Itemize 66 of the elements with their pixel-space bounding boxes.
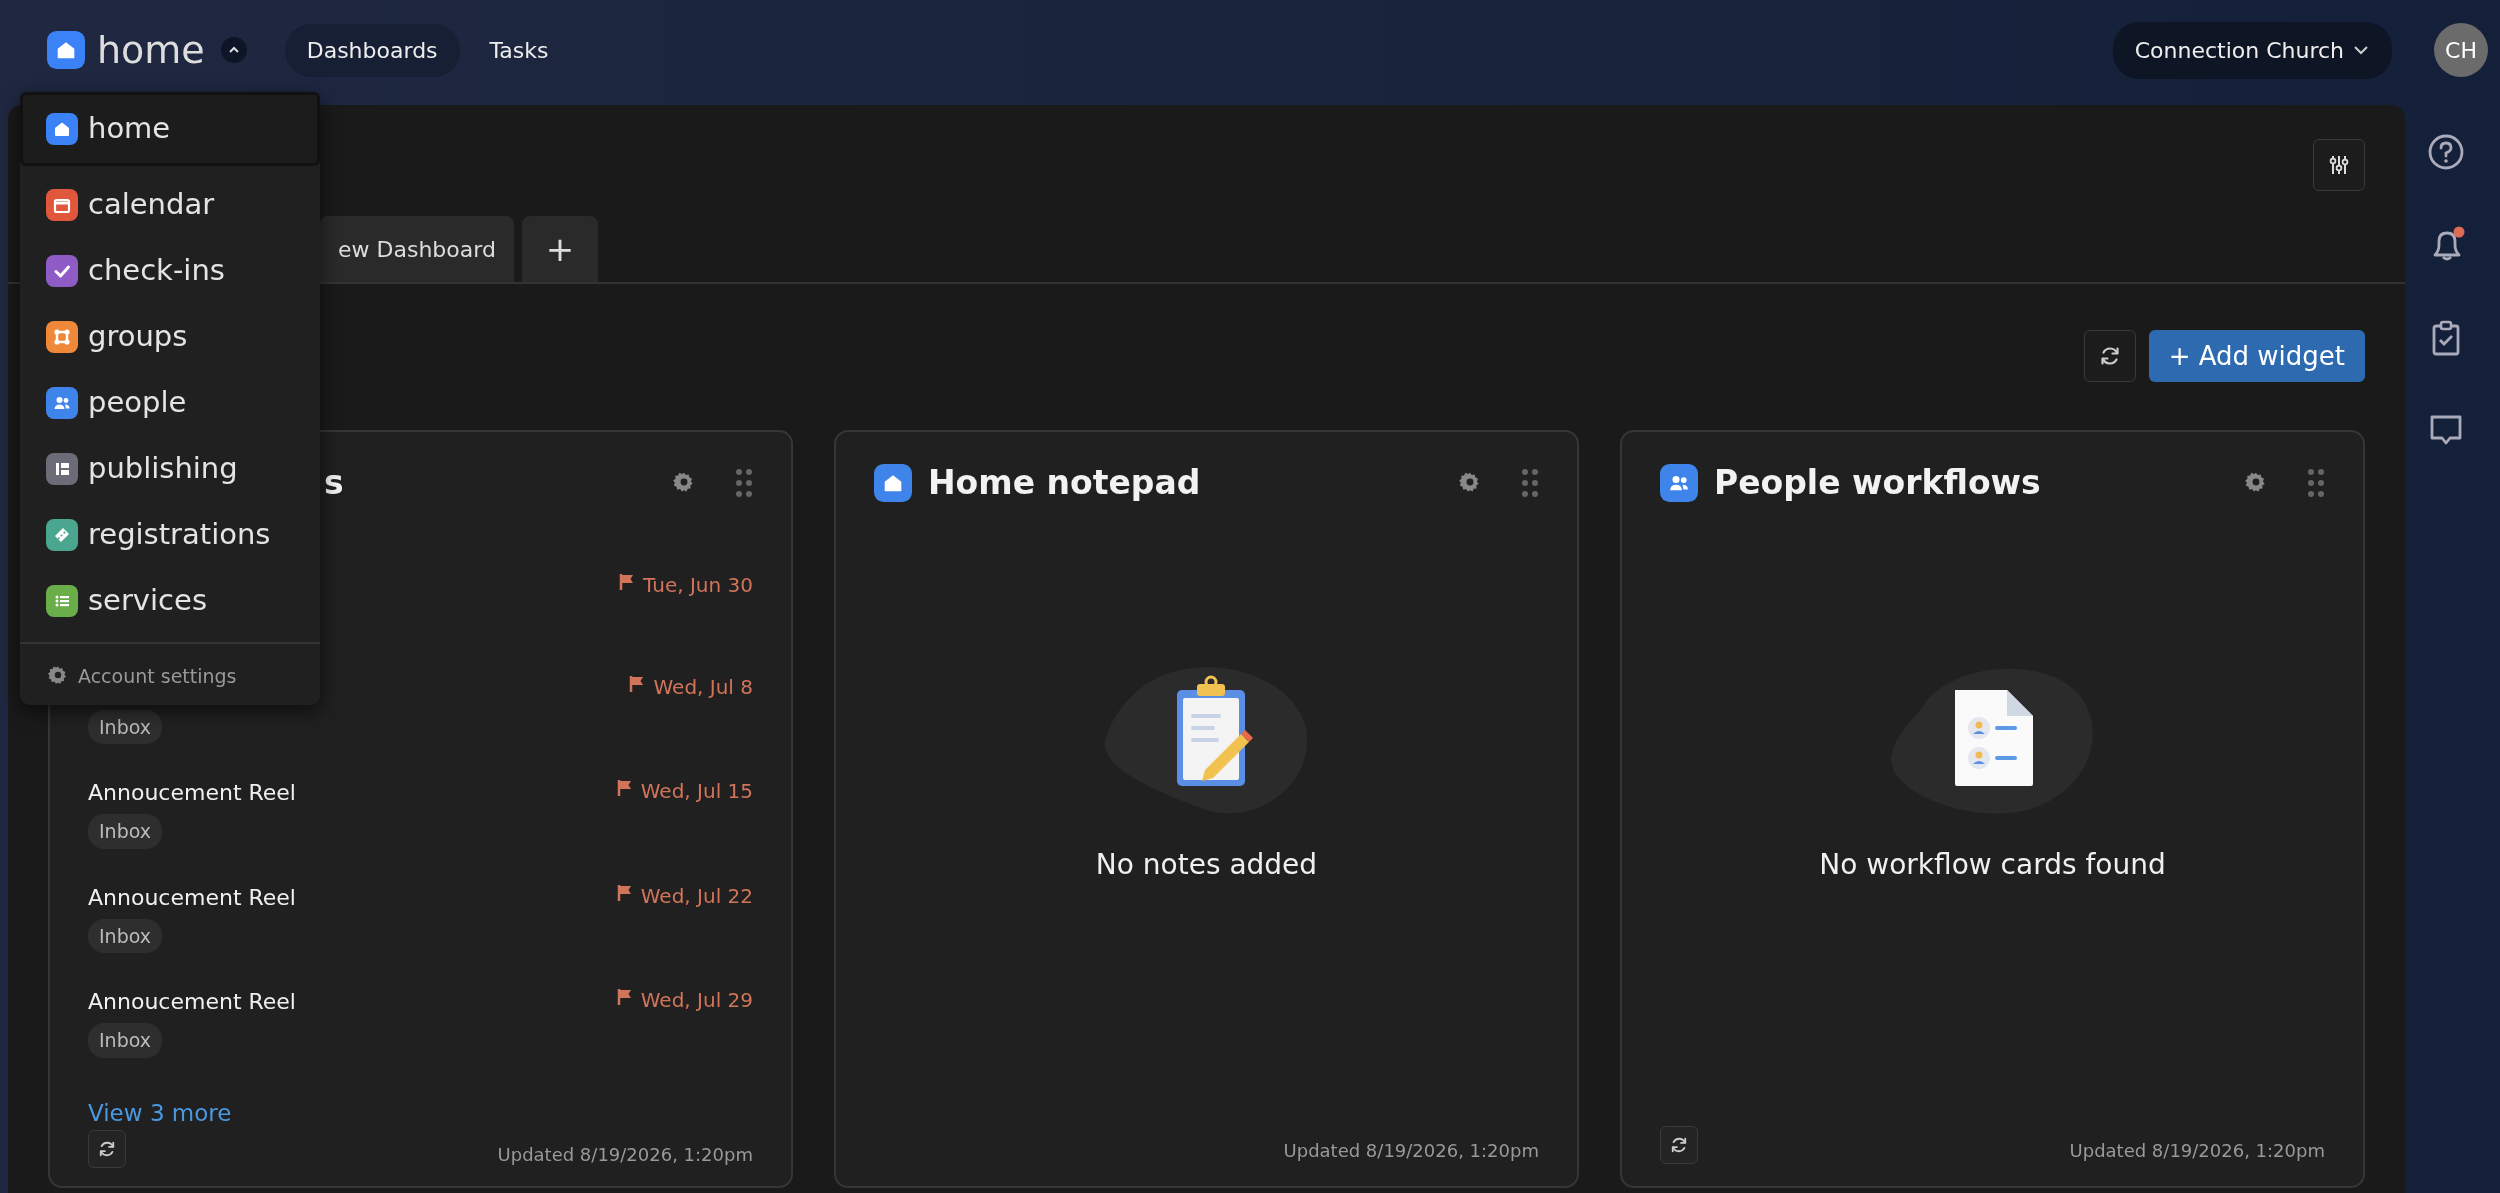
app-menu-item[interactable]: registrations xyxy=(20,502,320,568)
drag-handle-icon[interactable] xyxy=(735,467,753,498)
updated-time: Updated 8/19/2026, 1:20pm xyxy=(1283,1139,1539,1163)
house-icon xyxy=(47,31,85,69)
flag-icon xyxy=(629,674,646,693)
widget-title: People workflows xyxy=(1714,462,2041,504)
house-icon xyxy=(874,463,912,502)
task-tag: Inbox xyxy=(88,709,162,744)
account-settings-link[interactable]: Account settings xyxy=(46,662,294,691)
refresh-button[interactable] xyxy=(1660,1126,1698,1164)
due-date: Tue, Jun 30 xyxy=(643,571,753,599)
task-title[interactable]: Annoucement Reel xyxy=(88,880,296,911)
widget-title: s xyxy=(324,462,344,504)
calendar-icon xyxy=(46,189,78,221)
house-icon xyxy=(46,113,78,145)
people-icon xyxy=(46,387,78,419)
task-title[interactable]: Annoucement Reel xyxy=(88,985,296,1015)
due-date: Wed, Jul 8 xyxy=(653,673,753,701)
nav-tab[interactable]: Tasks xyxy=(467,23,571,77)
people-icon xyxy=(1660,463,1698,502)
squares-icon xyxy=(46,321,78,353)
widget-title: Home notepad xyxy=(928,462,1201,504)
task-tag: Inbox xyxy=(88,1023,162,1058)
refresh-button[interactable] xyxy=(2083,330,2136,382)
due-date: Wed, Jul 15 xyxy=(640,778,753,805)
due-date: Wed, Jul 22 xyxy=(640,882,753,910)
updated-time: Updated 8/19/2026, 1:20pm xyxy=(497,1143,753,1167)
help-icon[interactable] xyxy=(2427,133,2465,171)
add-widget-button[interactable]: + Add widget xyxy=(2148,330,2365,382)
avatar[interactable]: CH xyxy=(2434,23,2488,77)
refresh-button[interactable] xyxy=(88,1130,126,1168)
check-icon xyxy=(46,255,78,287)
app-menu-item[interactable]: calendar xyxy=(20,172,320,238)
updated-time: Updated 8/19/2026, 1:20pm xyxy=(2069,1139,2325,1163)
flag-icon xyxy=(616,988,633,1006)
organization-dropdown[interactable]: Connection Church xyxy=(2112,21,2392,79)
drag-handle-icon[interactable] xyxy=(2307,467,2325,498)
app-switcher-toggle[interactable] xyxy=(220,37,247,63)
app-menu-item[interactable]: services xyxy=(20,568,320,634)
sliders-icon xyxy=(2328,154,2350,176)
app-menu-item[interactable]: groups xyxy=(20,304,320,370)
app-menu-item[interactable]: publishing xyxy=(20,436,320,502)
ticket-icon xyxy=(46,519,78,551)
add-tab[interactable]: + xyxy=(521,216,598,282)
drag-handle-icon[interactable] xyxy=(1521,467,1539,498)
flag-icon xyxy=(619,572,636,591)
due-date: Wed, Jul 29 xyxy=(640,987,753,1014)
flag-icon xyxy=(616,883,633,902)
flag-icon xyxy=(616,779,633,797)
app-menu-item[interactable]: people xyxy=(20,370,320,436)
app-name: home xyxy=(97,26,205,74)
task-tag: Inbox xyxy=(88,814,162,849)
nav-tab[interactable]: Dashboards xyxy=(284,23,460,77)
empty-message: No notes added xyxy=(1095,846,1318,883)
task-title[interactable]: Annoucement Reel xyxy=(88,776,296,806)
task-tag: Inbox xyxy=(88,918,162,953)
view-more-link[interactable]: View 3 more xyxy=(88,1095,232,1130)
list-icon xyxy=(46,585,78,617)
layout-icon xyxy=(46,453,78,485)
refresh-icon xyxy=(97,1139,117,1159)
empty-message: No workflow cards found xyxy=(1819,846,2166,883)
filter-settings-button[interactable] xyxy=(2313,139,2365,191)
dashboard-tab[interactable]: ew Dashboard xyxy=(320,216,514,282)
refresh-icon xyxy=(1669,1135,1689,1155)
app-menu-item[interactable]: home xyxy=(20,92,320,166)
app-menu-item[interactable]: check-ins xyxy=(20,238,320,304)
